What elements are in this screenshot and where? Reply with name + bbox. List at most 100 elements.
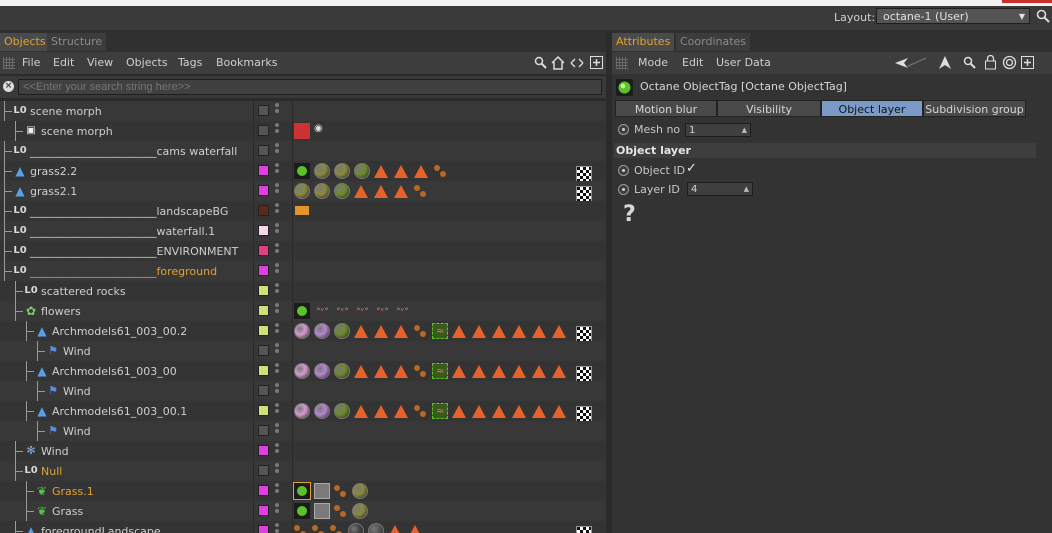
landscape-icon[interactable]: ▲ [13,184,27,198]
visibility-dots-icon[interactable] [275,463,279,479]
texture-tag-icon[interactable] [374,365,388,378]
layer-color-swatch[interactable] [258,345,269,356]
object-name[interactable]: Archmodels61_003_00.1 [52,405,187,418]
menu-view[interactable]: View [87,56,113,69]
texture-tag-icon[interactable] [394,165,408,178]
spinner-icon[interactable]: ▲ [744,183,749,196]
layout-select[interactable]: octane-1 (User) ▼ [876,8,1030,24]
material-tag-icon[interactable] [294,323,310,339]
texture-tag-icon[interactable] [552,405,566,418]
object-name[interactable]: _______________________cams waterfall [30,145,237,158]
uvw-tag-icon[interactable] [576,406,592,422]
texture-tag-icon[interactable] [492,405,506,418]
material-tag-icon[interactable] [334,403,350,419]
grip-icon[interactable] [616,57,628,69]
material-tag-icon[interactable] [314,183,330,199]
camera-icon[interactable]: ▣ [24,124,38,138]
texture-tag-icon[interactable] [394,405,408,418]
object-row[interactable]: ⚑ Wind [0,341,606,361]
object-row[interactable]: ⚑ Wind [0,421,606,441]
visibility-dots-icon[interactable] [275,223,279,239]
object-row[interactable]: L0 Null [0,461,606,481]
menu-edit[interactable]: Edit [53,56,74,69]
object-row[interactable]: ✻ Wind [0,441,606,461]
material-tag-icon[interactable] [314,323,330,339]
layer-color-swatch[interactable] [258,185,269,196]
visibility-dots-icon[interactable] [275,183,279,199]
object-row[interactable]: ▲ foregroundLandscape [0,521,606,533]
layer-color-swatch[interactable] [258,385,269,396]
uvw-tag-icon[interactable] [576,366,592,382]
selection-tag-icon[interactable] [414,363,428,379]
visibility-dots-icon[interactable] [275,483,279,499]
layer-color-swatch[interactable] [258,425,269,436]
object-name[interactable]: Wind [63,425,91,438]
flag-icon[interactable]: ⚑ [46,384,60,398]
layer-color-swatch[interactable] [258,465,269,476]
layer-color-swatch[interactable] [258,485,269,496]
layer-color-swatch[interactable] [258,445,269,456]
visibility-dots-icon[interactable] [275,403,279,419]
texture-tag-icon[interactable] [452,405,466,418]
arrows-icon[interactable] [570,57,584,69]
camera-icon[interactable]: ◉ [314,123,330,139]
object-row[interactable]: ⚑ Wind [0,381,606,401]
object-row[interactable]: ✿ flowers °ᵛ° °ᵛ° °ᵛ° °ᵛ° °ᵛ° [0,301,606,321]
texture-tag-icon[interactable] [394,185,408,198]
texture-tag-icon[interactable] [532,365,546,378]
layer-color-swatch[interactable] [258,405,269,416]
visibility-dots-icon[interactable] [275,203,279,219]
layer-color-swatch[interactable] [258,505,269,516]
close-icon[interactable]: × [3,81,14,92]
null-icon[interactable]: L0 [13,224,27,238]
object-row[interactable]: ▲ grass2.1 [0,181,606,202]
flag-icon[interactable]: ⚑ [46,344,60,358]
null-icon[interactable]: L0 [13,104,27,118]
visibility-dots-icon[interactable] [275,143,279,159]
layer-color-swatch[interactable] [258,145,269,156]
layer-color-swatch[interactable] [258,365,269,376]
texture-tag-icon[interactable] [394,325,408,338]
object-name[interactable]: Wind [63,385,91,398]
subtab-object-layer[interactable]: Object layer [821,100,923,117]
hair-tag-icon[interactable]: °ᵛ° [314,303,330,319]
uvw-tag-icon[interactable] [576,326,592,342]
texture-tag-icon[interactable] [532,325,546,338]
wind-icon[interactable]: ✻ [24,444,38,458]
object-name[interactable]: _______________________ENVIRONMENT [30,245,238,258]
object-row[interactable]: ▲ Archmodels61_003_00.2 ≈ [0,321,606,342]
uvw-tag-icon[interactable] [576,526,592,533]
layer-color-swatch[interactable] [258,325,269,336]
selection-tag-icon[interactable] [414,403,428,419]
visibility-dots-icon[interactable] [275,163,279,179]
object-name[interactable]: Grass.1 [52,485,94,498]
search-icon[interactable] [963,56,977,70]
object-row[interactable]: ▣ scene morph ◉ [0,121,606,141]
menu-file[interactable]: File [22,56,40,69]
selection-tag-icon[interactable] [312,523,326,533]
visibility-dots-icon[interactable] [275,503,279,519]
texture-tag-icon[interactable] [414,165,428,178]
layer-color-swatch[interactable] [258,525,269,533]
display-tag-icon[interactable] [294,205,310,216]
object-id-checkbox[interactable]: ✓ [686,161,697,176]
lock-icon[interactable] [984,55,997,70]
texture-tag-icon[interactable] [472,365,486,378]
object-row[interactable]: L0 _______________________waterfall.1 [0,221,606,241]
texture-tag-icon[interactable] [374,325,388,338]
visibility-dots-icon[interactable] [275,283,279,299]
visibility-dots-icon[interactable] [275,423,279,439]
search-input[interactable] [18,79,602,95]
selection-tag-icon[interactable] [334,483,348,499]
menu-mode[interactable]: Mode [638,56,668,69]
tab-objects[interactable]: Objects [0,33,50,51]
visibility-dots-icon[interactable] [275,383,279,399]
object-name[interactable]: Null [41,465,62,478]
object-row[interactable]: L0 scattered rocks [0,281,606,301]
texture-tag-icon[interactable] [354,185,368,198]
octane-tag-icon[interactable] [294,163,310,179]
layer-color-swatch[interactable] [258,265,269,276]
material-tag-icon[interactable] [314,163,330,179]
texture-tag-icon[interactable] [374,405,388,418]
grass-icon[interactable]: ❦ [35,484,49,498]
